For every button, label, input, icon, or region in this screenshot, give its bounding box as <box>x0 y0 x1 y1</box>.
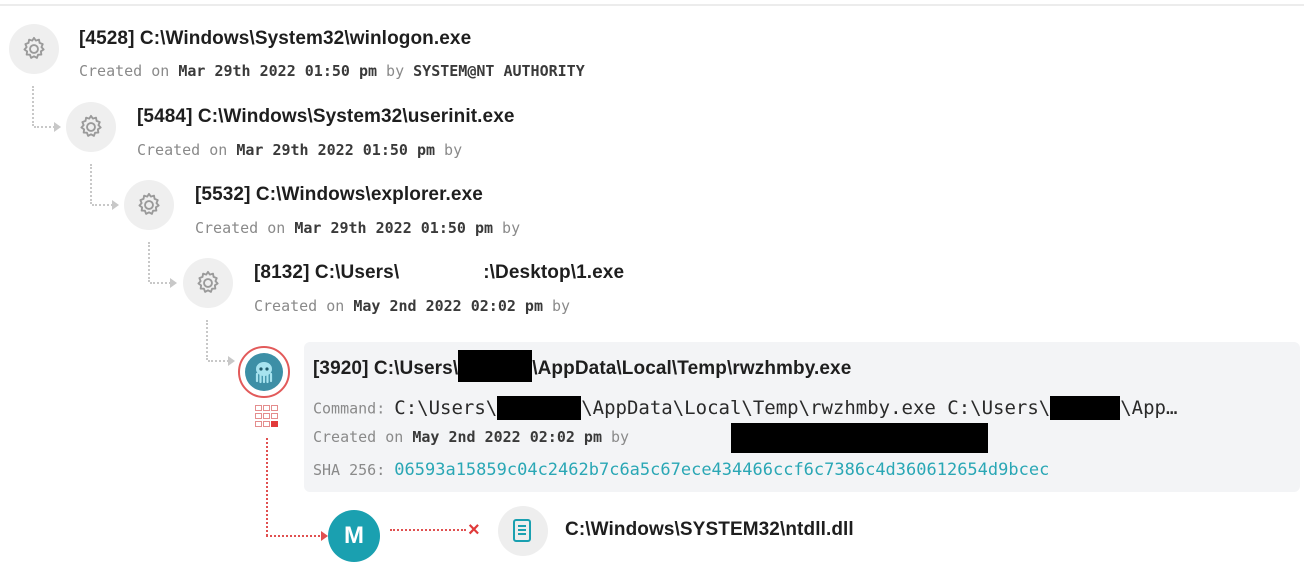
tree-connector <box>32 86 34 126</box>
gear-icon[interactable] <box>66 102 116 152</box>
command-part: \App… <box>1120 396 1178 419</box>
tree-arrow <box>34 122 61 132</box>
module-connector <box>390 529 466 531</box>
tree-connector <box>206 320 208 360</box>
created-date: May 2nd 2022 02:02 pm <box>353 297 543 315</box>
created-label: Created on <box>79 62 179 80</box>
created-date: Mar 29th 2022 01:50 pm <box>294 219 494 237</box>
created-label: Created on <box>313 428 413 446</box>
by-label: by <box>543 297 571 315</box>
sha-label: SHA 256: <box>313 461 386 479</box>
command-label: Command: <box>313 399 386 418</box>
module-connector-arrow <box>266 531 328 541</box>
tree-connector <box>148 242 150 282</box>
process-title[interactable]: [5484] C:\Windows\System32\userinit.exe <box>137 106 515 128</box>
command-part: \AppData\Local\Temp\rwzhmby.exe C:\Users… <box>581 396 1051 419</box>
command-part: C:\Users\ <box>394 396 498 419</box>
by-label: by <box>493 219 521 237</box>
process-title-suffix: \AppData\Local\Temp\rwzhmby.exe <box>532 358 852 380</box>
tree-arrow <box>150 278 177 288</box>
command-line: Command: C:\Users\ \AppData\Local\Temp\rw… <box>313 396 1177 420</box>
grid-icon[interactable] <box>255 405 285 435</box>
gear-icon[interactable] <box>124 180 174 230</box>
tree-arrow <box>92 200 119 210</box>
by-label: by <box>435 141 463 159</box>
gear-icon[interactable] <box>183 258 233 308</box>
process-meta: Created on Mar 29th 2022 01:50 pm by <box>195 219 520 237</box>
created-label: Created on <box>254 297 354 315</box>
redacted-username <box>1050 396 1121 420</box>
sha-value[interactable]: 06593a15859c04c2462b7c6a5c67ece434466ccf… <box>394 460 1049 480</box>
process-title-suffix: :\Desktop\1.exe <box>483 262 625 283</box>
redacted-user <box>731 423 988 453</box>
process-title-prefix: [3920] C:\Users\ <box>313 358 459 380</box>
created-label: Created on <box>137 141 237 159</box>
redacted-username <box>458 350 533 382</box>
module-path[interactable]: C:\Windows\SYSTEM32\ntdll.dll <box>565 519 854 541</box>
process-user: SYSTEM@NT AUTHORITY <box>413 62 585 80</box>
created-date: Mar 29th 2022 01:50 pm <box>178 62 378 80</box>
selected-process-title[interactable]: [3920] C:\Users\ \AppData\Local\Temp\rwzh… <box>313 350 852 382</box>
process-title[interactable]: [5532] C:\Windows\explorer.exe <box>195 184 483 206</box>
created-label: Created on <box>195 219 295 237</box>
gear-icon[interactable] <box>9 24 59 74</box>
created-date: Mar 29th 2022 01:50 pm <box>236 141 436 159</box>
module-connector <box>266 438 268 536</box>
process-meta: Created on Mar 29th 2022 01:50 pm by <box>137 141 462 159</box>
sha256-row: SHA 256: 06593a15859c04c2462b7c6a5c67ece… <box>313 460 1049 480</box>
top-divider <box>0 4 1304 6</box>
process-meta: Created on May 2nd 2022 02:02 pm by <box>254 297 570 315</box>
by-label: by <box>377 62 414 80</box>
selected-process-icon[interactable] <box>238 346 290 398</box>
process-title[interactable]: [8132] C:\Users\ :\Desktop\1.exe <box>254 262 624 284</box>
command-value[interactable]: C:\Users\ \AppData\Local\Temp\rwzhmby.exe… <box>394 396 1178 420</box>
process-title[interactable]: [4528] C:\Windows\System32\winlogon.exe <box>79 28 471 50</box>
tree-connector <box>90 164 92 204</box>
process-meta: Created on May 2nd 2022 02:02 pm by <box>313 428 629 446</box>
octopus-icon <box>245 353 283 391</box>
process-meta: Created on Mar 29th 2022 01:50 pm by SYS… <box>79 62 585 80</box>
redacted-username <box>497 396 582 420</box>
x-icon: × <box>468 519 480 541</box>
created-date: May 2nd 2022 02:02 pm <box>412 428 602 446</box>
process-title-prefix: [8132] C:\Users\ <box>254 262 400 283</box>
m-badge-icon[interactable]: M <box>328 510 380 562</box>
by-label: by <box>602 428 630 446</box>
document-icon[interactable] <box>498 506 548 556</box>
tree-arrow <box>208 356 235 366</box>
